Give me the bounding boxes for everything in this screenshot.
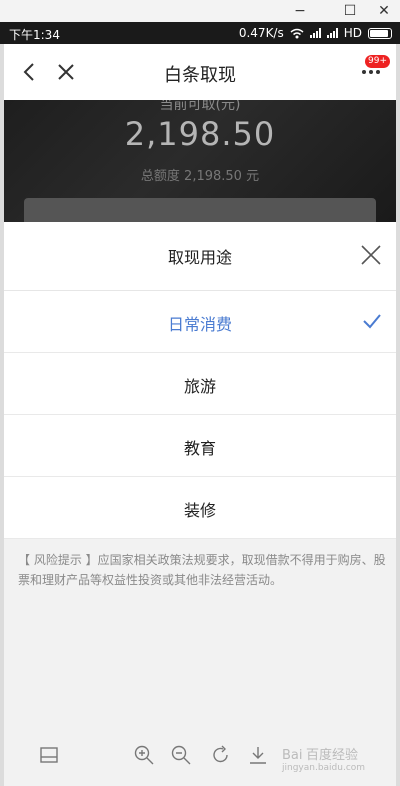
zoom-out-icon[interactable] xyxy=(170,744,192,766)
option-label: 装修 xyxy=(183,501,216,520)
option-label: 教育 xyxy=(183,439,216,458)
option-label: 旅游 xyxy=(183,377,216,396)
purpose-sheet: 取现用途 日常消费 旅游 教育 装修 【 风险提示 】应国家相关政策法规要求，取… xyxy=(4,222,396,786)
sheet-header: 取现用途 xyxy=(4,222,396,291)
sheet-close-icon[interactable] xyxy=(360,244,382,266)
network-type: HD xyxy=(343,26,362,40)
available-amount: 2,198.50 xyxy=(124,115,276,153)
minimize-icon[interactable]: − xyxy=(286,0,314,22)
maximize-icon[interactable]: ☐ xyxy=(336,0,364,22)
notification-badge: 99+ xyxy=(365,55,390,68)
nav-bar: 白条取现 99+ xyxy=(4,44,396,101)
status-time: 下午1:34 xyxy=(9,28,60,42)
available-label: 当前可取(元) xyxy=(159,100,241,113)
check-icon xyxy=(363,314,381,329)
network-speed: 0.47K/s xyxy=(238,26,284,40)
window-titlebar: − ☐ ✕ xyxy=(0,0,400,22)
right-edge xyxy=(396,44,400,786)
risk-notice: 【 风险提示 】应国家相关政策法规要求，取现借款不得用于购房、股票和理财产品等权… xyxy=(18,553,386,587)
wifi-icon xyxy=(290,28,304,38)
close-window-icon[interactable]: ✕ xyxy=(370,0,398,22)
balance-summary: 当前可取(元) 2,198.50 总额度 2,198.50 元 xyxy=(4,100,396,222)
battery-icon xyxy=(368,27,392,39)
download-icon[interactable] xyxy=(247,744,269,766)
total-limit: 总额度 2,198.50 元 xyxy=(140,169,260,184)
option-daily-consumption[interactable]: 日常消费 xyxy=(4,291,396,353)
withdraw-button[interactable] xyxy=(24,198,376,222)
zoom-in-icon[interactable] xyxy=(133,744,155,766)
more-icon[interactable] xyxy=(362,70,380,74)
signal-icon xyxy=(309,28,321,38)
left-edge xyxy=(0,44,4,786)
sheet-title: 取现用途 xyxy=(167,248,232,267)
option-education[interactable]: 教育 xyxy=(4,415,396,477)
status-bar: 下午1:34 0.47K/s HD xyxy=(0,22,400,44)
option-travel[interactable]: 旅游 xyxy=(4,353,396,415)
panel-icon[interactable] xyxy=(38,744,60,766)
watermark-brand: Bai xyxy=(282,748,303,763)
watermark: Bai 百度经验 jingyan.baidu.com xyxy=(282,744,365,773)
option-renovation[interactable]: 装修 xyxy=(4,477,396,539)
watermark-name: 百度经验 xyxy=(306,748,359,763)
page-title: 白条取现 xyxy=(164,65,236,86)
rotate-icon[interactable] xyxy=(210,744,232,766)
signal-icon-2 xyxy=(326,28,338,38)
watermark-url: jingyan.baidu.com xyxy=(282,763,366,773)
option-label: 日常消费 xyxy=(167,315,232,334)
